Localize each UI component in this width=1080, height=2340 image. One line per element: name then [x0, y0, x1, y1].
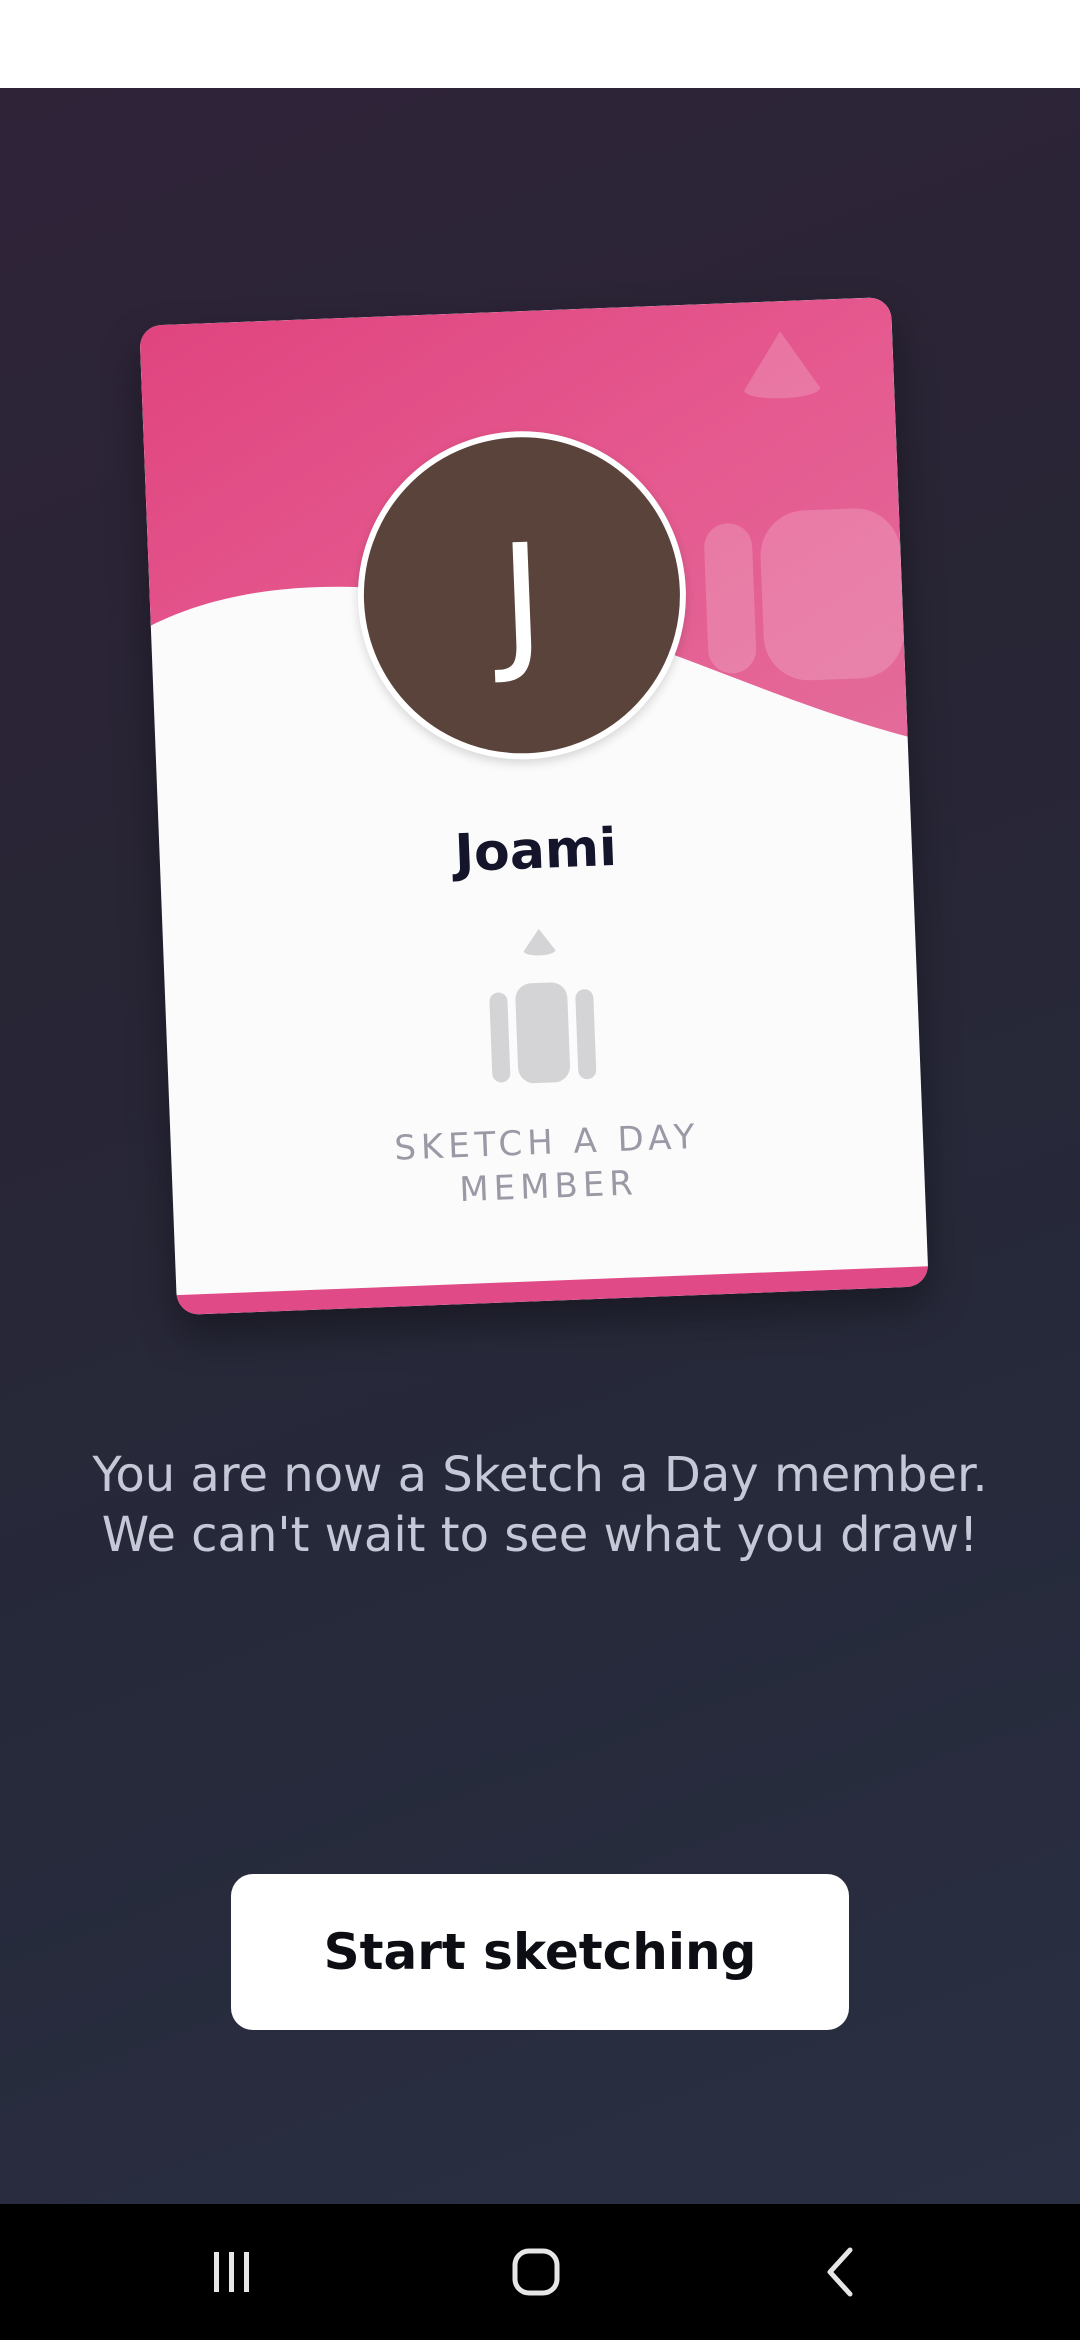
welcome-screen: J Joami SKETCH A DAY MEMBER You are now …: [0, 88, 1080, 2204]
card-bottom-accent: [176, 1266, 929, 1316]
home-button[interactable]: [436, 2204, 636, 2340]
recent-apps-button[interactable]: [132, 2204, 332, 2340]
membership-label: SKETCH A DAY MEMBER: [170, 1106, 925, 1223]
back-icon: [827, 2247, 853, 2297]
welcome-message: You are now a Sketch a Day member. We ca…: [0, 1445, 1080, 1565]
welcome-message-line2: We can't wait to see what you draw!: [101, 1507, 979, 1563]
status-bar: [0, 0, 1080, 88]
recent-apps-icon: [214, 2252, 249, 2292]
back-button[interactable]: [740, 2204, 940, 2340]
start-sketching-button[interactable]: Start sketching: [231, 1874, 849, 2030]
member-name: Joami: [453, 817, 618, 885]
membership-card: J Joami SKETCH A DAY MEMBER: [139, 296, 929, 1316]
pencil-badge-icon: [489, 928, 597, 1084]
system-navigation-bar: [0, 2204, 1080, 2340]
avatar-initial: J: [496, 512, 548, 689]
welcome-message-line1: You are now a Sketch a Day member.: [92, 1447, 988, 1503]
home-icon: [512, 2248, 560, 2296]
